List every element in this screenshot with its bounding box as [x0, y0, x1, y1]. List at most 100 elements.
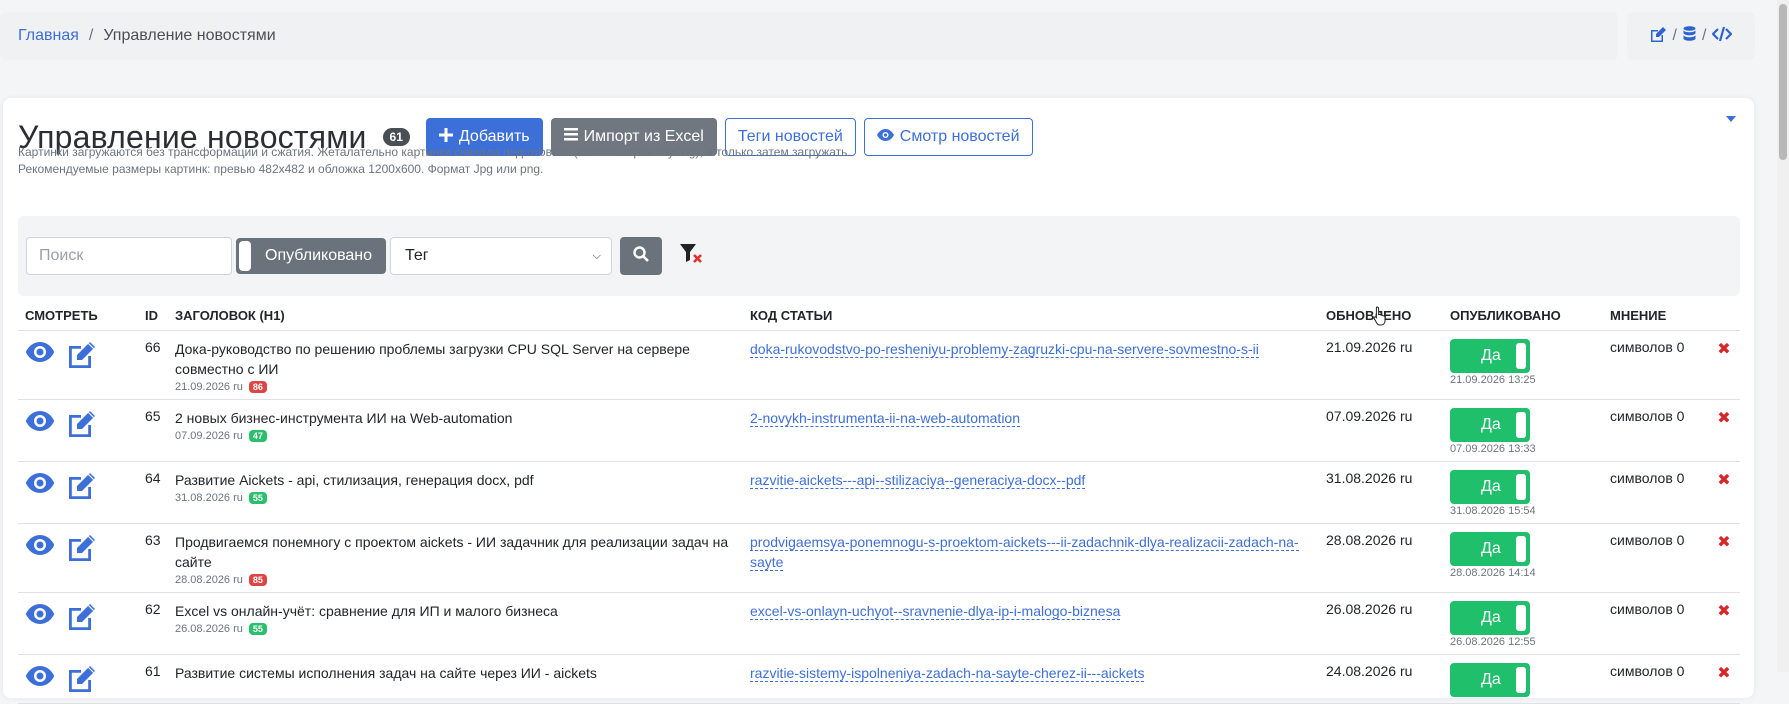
news-title: Дока-руководство по решению проблемы заг…	[175, 340, 690, 377]
publish-toggle-label: Да	[1481, 415, 1501, 433]
mouse-cursor	[1373, 306, 1387, 330]
actions-cell: ✖	[1708, 461, 1740, 524]
title-cell: Развитие Aickets - api, стилизация, гене…	[168, 461, 743, 524]
delete-icon[interactable]: ✖	[1715, 339, 1733, 359]
eye-icon[interactable]	[25, 341, 55, 366]
news-title: Развитие системы исполнения задач на сай…	[175, 664, 597, 681]
article-code-link[interactable]: razvitie-aickets---api--stilizaciya--gen…	[750, 471, 1086, 489]
news-meta: 07.09.2026 ru 47	[175, 429, 736, 442]
publish-toggle[interactable]: Да	[1450, 531, 1530, 566]
article-code-link[interactable]: 2-novykh-instrumenta-ii-na-web-automatio…	[750, 409, 1021, 427]
score-badge: 55	[248, 491, 267, 504]
published-toggle[interactable]: Опубликовано	[236, 238, 386, 274]
view-cell	[18, 461, 138, 524]
publish-toggle[interactable]: Да	[1450, 662, 1530, 697]
score-badge: 55	[248, 622, 267, 635]
column-header-id: ID	[138, 302, 168, 331]
image-size-note: Рекомендуемые размеры картинк: превью 48…	[18, 162, 544, 176]
publish-date: 26.08.2026 12:55	[1450, 635, 1536, 648]
scrollbar-thumb[interactable]	[1779, 4, 1787, 160]
news-management-card: Управление новостями 61 Добавить Импорт …	[3, 98, 1754, 704]
title-cell: 2 новых бизнес-инструмента ИИ на Web-aut…	[168, 399, 743, 462]
published-cell: Да 21.09.2026 13:25	[1443, 330, 1603, 400]
code-cell: 2-novykh-instrumenta-ii-na-web-automatio…	[743, 399, 1319, 462]
publish-date: 28.08.2026 14:14	[1450, 566, 1536, 579]
delete-icon[interactable]: ✖	[1715, 470, 1733, 490]
id-cell: 66	[138, 330, 168, 400]
delete-icon[interactable]: ✖	[1715, 663, 1733, 683]
id-cell: 64	[138, 461, 168, 524]
actions-cell: ✖	[1708, 523, 1740, 593]
code-cell: excel-vs-onlayn-uchyot--sravnenie-dlya-i…	[743, 592, 1319, 655]
view-cell	[18, 523, 138, 593]
edit-icon[interactable]	[67, 472, 96, 502]
publish-toggle[interactable]: Да	[1450, 338, 1530, 373]
search-button[interactable]	[620, 237, 662, 275]
view-news-button[interactable]: Смотр новостей	[863, 118, 1033, 156]
publish-toggle[interactable]: Да	[1450, 600, 1530, 635]
search-input[interactable]	[26, 237, 232, 275]
id-cell: 62	[138, 592, 168, 655]
clear-filter-button[interactable]	[674, 237, 710, 275]
title-cell: Продвигаемся понемногу с проектом aicket…	[168, 523, 743, 593]
edit-icon[interactable]	[67, 665, 96, 695]
article-code-link[interactable]: doka-rukovodstvo-po-resheniyu-problemy-z…	[750, 340, 1259, 358]
published-cell: Да 28.08.2026 14:14	[1443, 523, 1603, 593]
breadcrumb-home-link[interactable]: Главная	[18, 27, 79, 45]
code-cell: prodvigaemsya-ponemnogu-s-proektom-aicke…	[743, 523, 1319, 593]
table-row: 61 Развитие системы исполнения задач на с…	[18, 654, 1740, 704]
view-button-label: Смотр новостей	[899, 128, 1020, 145]
score-badge: 85	[248, 573, 267, 586]
eye-icon[interactable]	[25, 603, 55, 628]
eye-icon[interactable]	[25, 410, 55, 435]
toggle-knob	[1516, 535, 1526, 562]
view-cell	[18, 399, 138, 462]
tags-button-label: Теги новостей	[737, 128, 843, 145]
id-cell: 61	[138, 654, 168, 704]
edit-icon[interactable]	[67, 534, 96, 564]
filter-clear-icon	[679, 242, 705, 270]
article-code-link[interactable]: excel-vs-onlayn-uchyot--sravnenie-dlya-i…	[750, 602, 1121, 620]
plus-icon	[438, 127, 453, 147]
edit-icon[interactable]	[67, 341, 96, 371]
delete-icon[interactable]: ✖	[1715, 532, 1733, 552]
delete-icon[interactable]: ✖	[1715, 601, 1733, 621]
page-scrollbar[interactable]	[1777, 0, 1789, 672]
article-code-link[interactable]: razvitie-sistemy-ispolneniya-zadach-na-s…	[750, 664, 1145, 682]
add-button-label: Добавить	[458, 128, 530, 145]
column-header-actions	[1708, 302, 1740, 331]
breadcrumb-current: Управление новостями	[103, 27, 276, 44]
delete-icon[interactable]: ✖	[1715, 408, 1733, 428]
news-title: 2 новых бизнес-инструмента ИИ на Web-aut…	[175, 409, 513, 426]
news-date: 07.09.2026 ru	[175, 429, 243, 442]
published-cell: Да	[1443, 654, 1603, 704]
news-meta: 31.08.2026 ru 55	[175, 491, 736, 504]
tag-select[interactable]: Тег ⌵	[390, 237, 612, 275]
id-cell: 63	[138, 523, 168, 593]
edit-icon[interactable]	[67, 410, 96, 440]
view-cell	[18, 330, 138, 400]
actions-cell: ✖	[1708, 592, 1740, 655]
search-icon	[633, 246, 649, 266]
eye-icon[interactable]	[25, 534, 55, 559]
breadcrumb: Главная / Управление новостями	[0, 12, 1618, 60]
title-cell: Развитие системы исполнения задач на сай…	[168, 654, 743, 704]
publish-toggle[interactable]: Да	[1450, 407, 1530, 442]
database-icon[interactable]	[1683, 25, 1696, 47]
code-icon[interactable]	[1711, 26, 1734, 47]
chevron-down-icon[interactable]	[1726, 116, 1736, 122]
eye-icon[interactable]	[25, 472, 55, 497]
publish-toggle[interactable]: Да	[1450, 469, 1530, 504]
article-code-link[interactable]: prodvigaemsya-ponemnogu-s-proektom-aicke…	[750, 533, 1299, 571]
table-row: 65 2 новых бизнес-инструмента ИИ на Web-a…	[18, 399, 1740, 462]
count-badge: 61	[382, 128, 410, 146]
updated-cell: 26.08.2026 ru	[1319, 592, 1443, 655]
tool-separator: /	[1672, 27, 1677, 44]
eye-icon[interactable]	[25, 665, 55, 690]
edit-icon[interactable]	[67, 603, 96, 633]
published-cell: Да 26.08.2026 12:55	[1443, 592, 1603, 655]
publish-date: 21.09.2026 13:25	[1450, 373, 1536, 386]
table-row: 64 Развитие Aickets - api, стилизация, ге…	[18, 461, 1740, 524]
edit-icon[interactable]	[1650, 26, 1667, 47]
tool-panel: / /	[1627, 12, 1755, 60]
